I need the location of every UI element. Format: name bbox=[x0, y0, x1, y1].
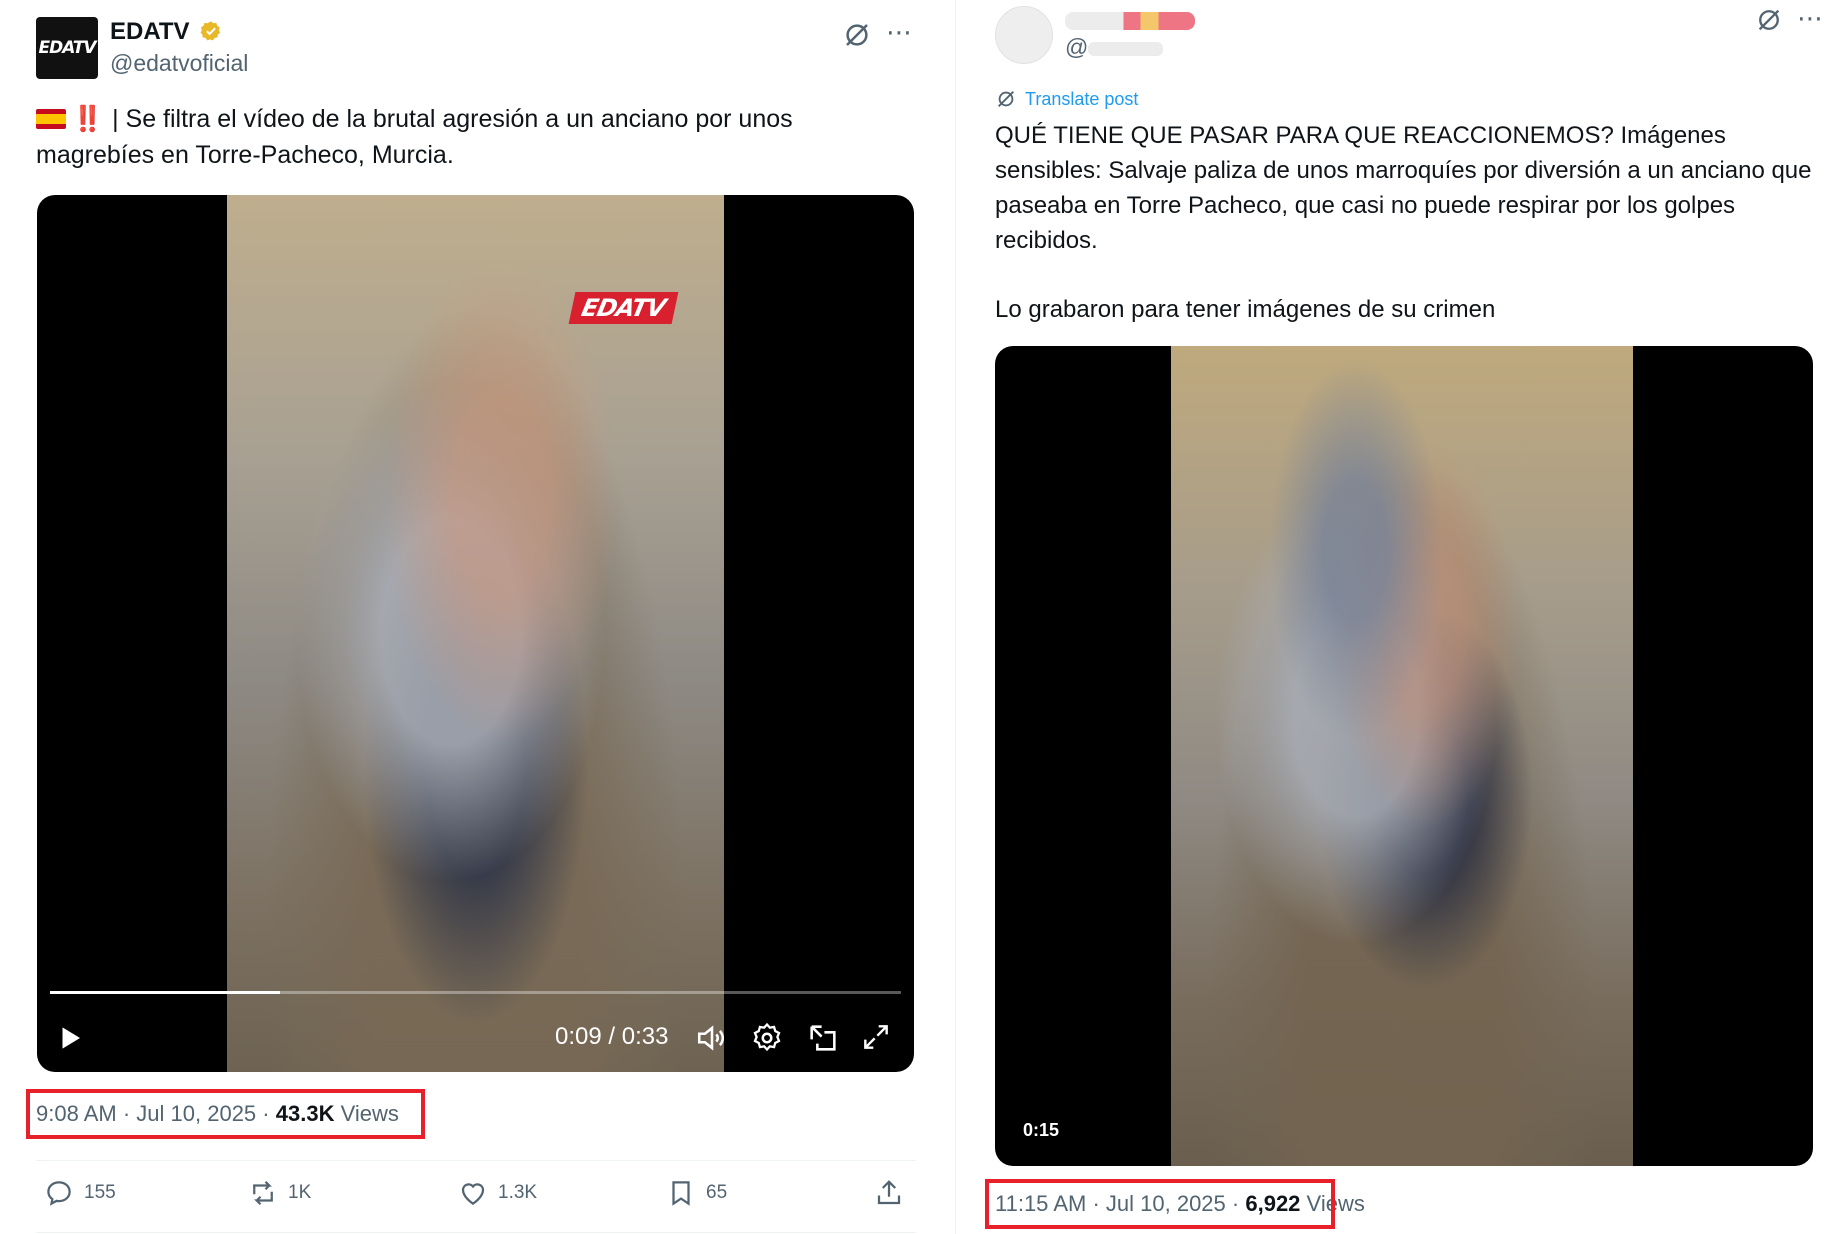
spain-flag-icon bbox=[36, 109, 66, 129]
video-progress-fill bbox=[50, 991, 280, 994]
grok-icon[interactable] bbox=[842, 20, 872, 50]
bookmark-count: 65 bbox=[706, 1182, 728, 1203]
handle[interactable]: @ bbox=[1065, 34, 1164, 61]
video-duration-badge: 0:15 bbox=[1023, 1120, 1060, 1140]
left-tweet: EDATV EDATV @edatvoficial ⋯ ‼️ | Se filt… bbox=[0, 0, 940, 1234]
redacted-name-icon bbox=[1065, 11, 1195, 30]
share-button[interactable] bbox=[874, 1178, 904, 1208]
video-frame bbox=[227, 195, 724, 1072]
highlight-box bbox=[26, 1089, 425, 1139]
repost-button[interactable]: 1K bbox=[248, 1178, 311, 1208]
settings-icon[interactable] bbox=[750, 1021, 784, 1055]
avatar[interactable]: EDATV bbox=[36, 17, 98, 79]
translate-label: Translate post bbox=[1025, 88, 1139, 109]
tweet-body-paragraph-2: Lo grabaron para tener imágenes de su cr… bbox=[995, 296, 1496, 323]
repost-icon bbox=[253, 1180, 273, 1206]
translate-icon bbox=[998, 91, 1014, 107]
tweet-text: QUÉ TIENE QUE PASAR PARA QUE REACCIONEMO… bbox=[995, 118, 1830, 327]
watermark-logo: EDATV bbox=[568, 292, 678, 324]
video-time-readout: 0:09 / 0:33 bbox=[555, 1023, 669, 1050]
video-progress-bar[interactable] bbox=[50, 991, 901, 994]
more-icon[interactable]: ⋯ bbox=[1797, 5, 1824, 31]
tweet-text: ‼️ | Se filtra el vídeo de la brutal agr… bbox=[36, 101, 906, 173]
pip-icon[interactable] bbox=[806, 1021, 840, 1055]
repost-count: 1K bbox=[288, 1182, 312, 1203]
video-player[interactable]: EDATV 0:09 / 0:33 bbox=[37, 195, 914, 1072]
display-name[interactable]: EDATV bbox=[110, 18, 222, 46]
redacted-handle-icon bbox=[1088, 41, 1164, 56]
tweet-body: | Se filtra el vídeo de la brutal agresi… bbox=[36, 105, 793, 169]
display-name-text: EDATV bbox=[110, 18, 190, 45]
bookmark-icon bbox=[672, 1181, 690, 1206]
like-icon bbox=[461, 1183, 485, 1205]
panel-divider bbox=[955, 0, 956, 1234]
handle[interactable]: @edatvoficial bbox=[110, 50, 248, 77]
avatar-logo-text: EDATV bbox=[38, 38, 96, 58]
double-exclamation-emoji: ‼️ bbox=[72, 105, 104, 133]
play-icon[interactable] bbox=[55, 1023, 85, 1053]
like-count: 1.3K bbox=[498, 1182, 538, 1203]
bookmark-button[interactable]: 65 bbox=[666, 1178, 727, 1208]
more-icon[interactable]: ⋯ bbox=[886, 19, 913, 45]
volume-icon[interactable] bbox=[695, 1021, 729, 1055]
display-name[interactable] bbox=[1065, 6, 1195, 34]
reply-button[interactable]: 155 bbox=[44, 1178, 116, 1208]
grok-icon[interactable] bbox=[1755, 6, 1783, 34]
divider bbox=[36, 1160, 916, 1161]
verified-badge-icon bbox=[200, 21, 221, 41]
video-player[interactable]: 0:15 bbox=[995, 346, 1813, 1166]
video-frame bbox=[1171, 346, 1633, 1166]
divider bbox=[36, 1232, 916, 1233]
reply-icon bbox=[47, 1181, 71, 1206]
highlight-box bbox=[985, 1179, 1335, 1229]
right-tweet: @ ⋯ Translate post QUÉ TIENE QUE PASAR P… bbox=[975, 0, 1840, 1234]
translate-post-link[interactable]: Translate post bbox=[995, 88, 1138, 110]
fullscreen-icon[interactable] bbox=[860, 1021, 892, 1053]
like-button[interactable]: 1.3K bbox=[458, 1178, 537, 1208]
reply-count: 155 bbox=[84, 1182, 116, 1203]
avatar[interactable] bbox=[995, 6, 1053, 64]
handle-text: @ bbox=[1065, 34, 1089, 60]
share-icon bbox=[877, 1180, 901, 1205]
tweet-body-paragraph-1: QUÉ TIENE QUE PASAR PARA QUE REACCIONEMO… bbox=[995, 122, 1812, 254]
